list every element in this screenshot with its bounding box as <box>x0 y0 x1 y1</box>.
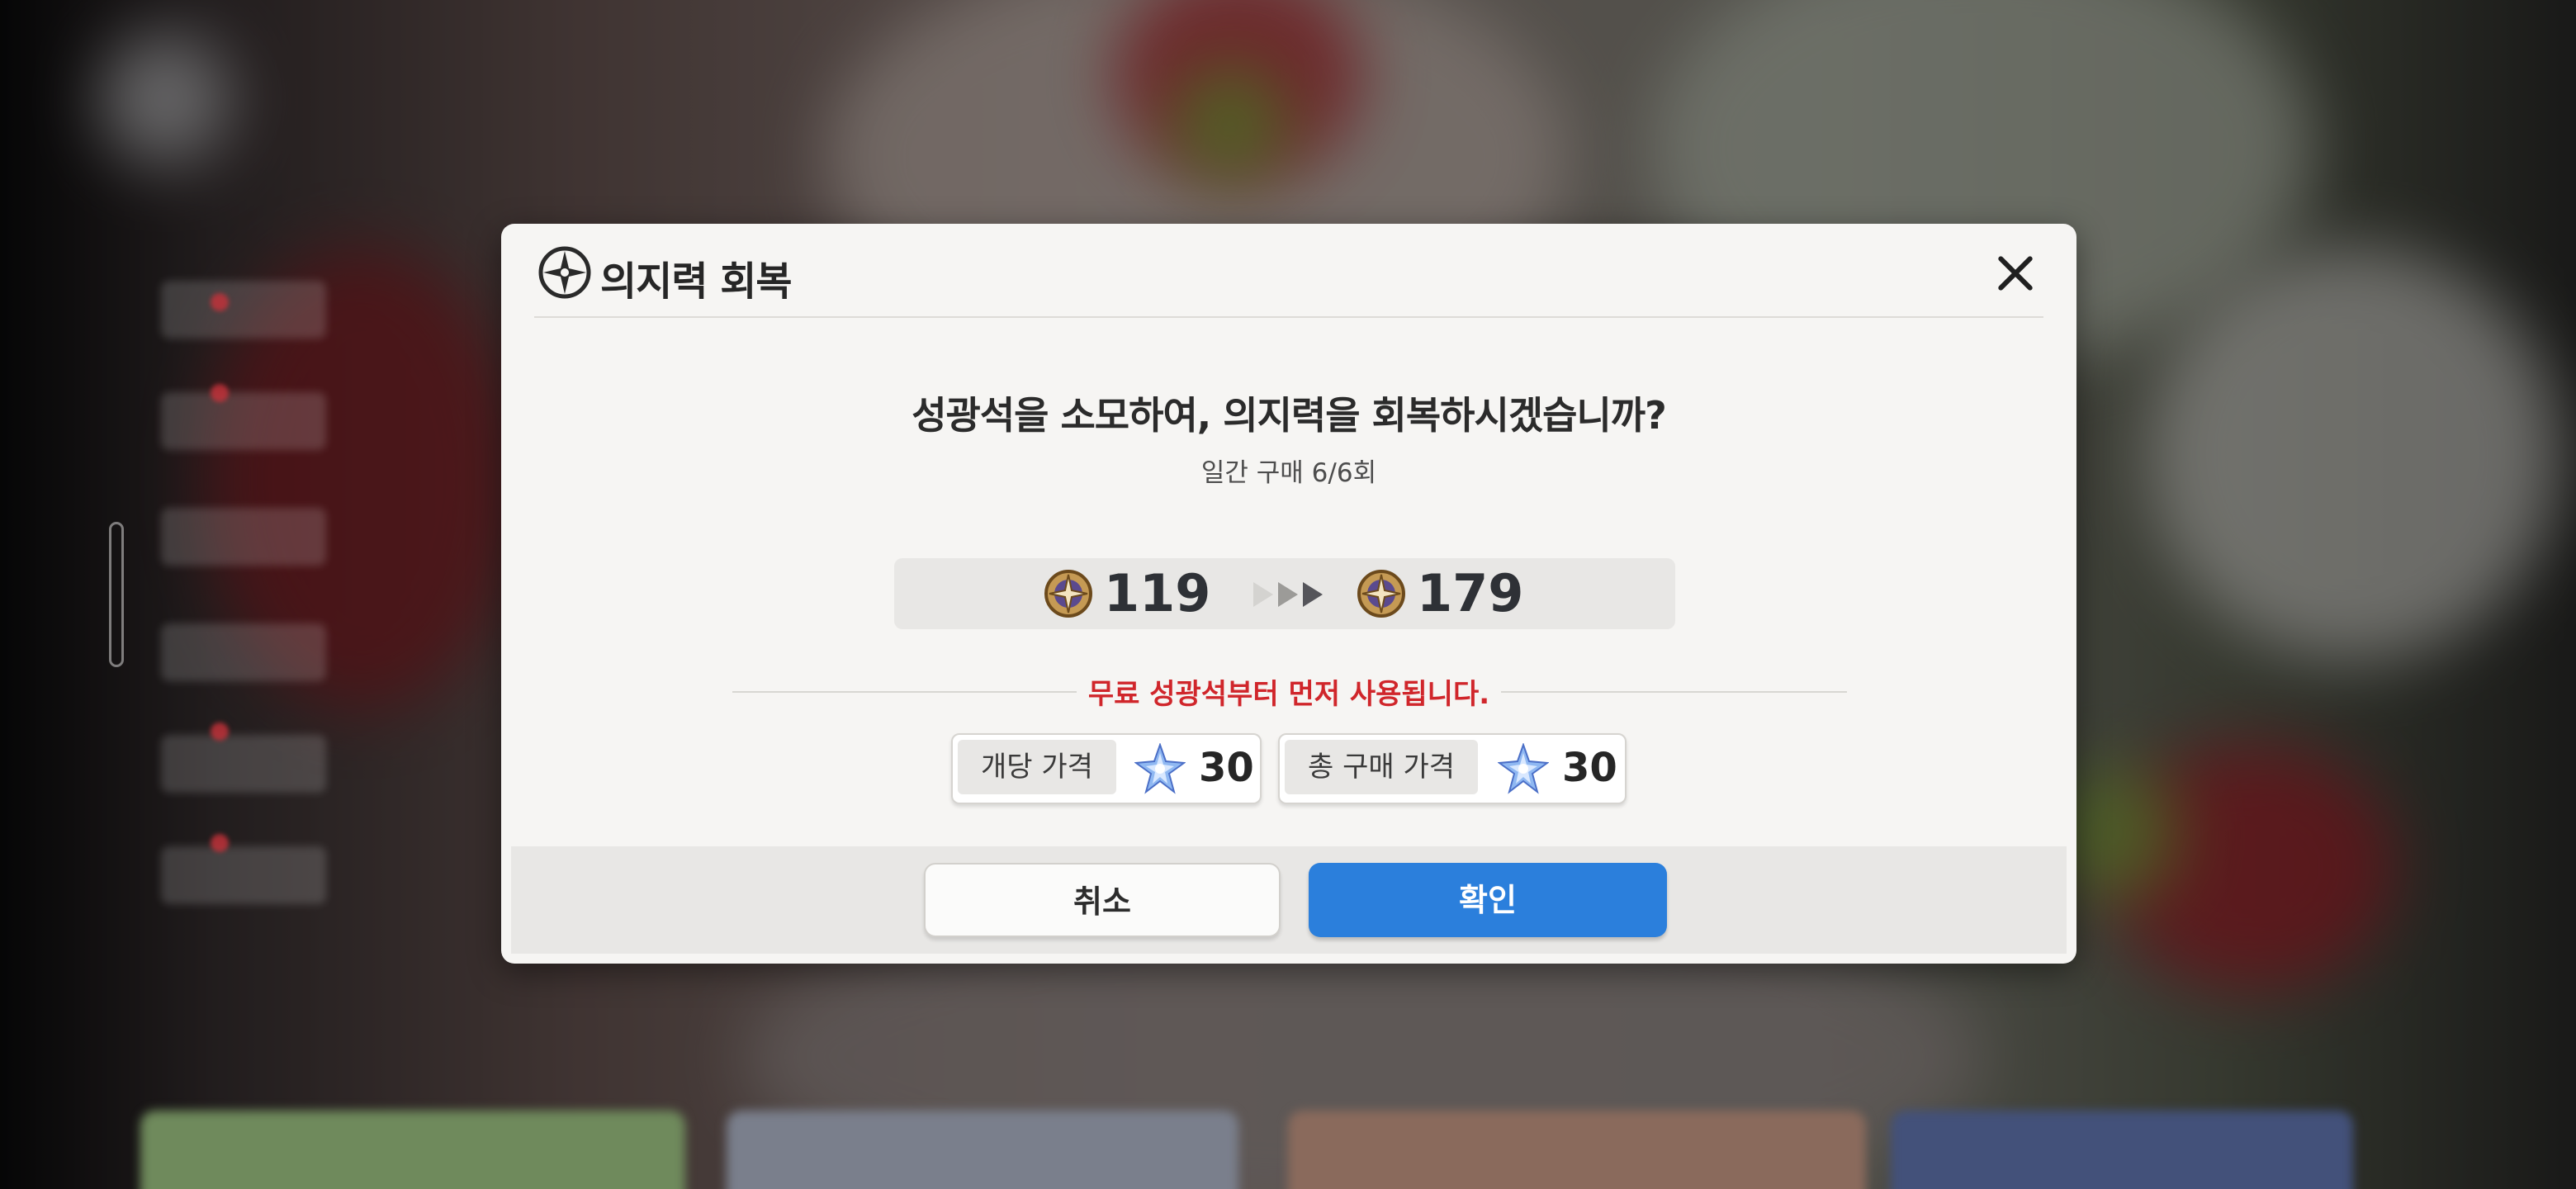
crystal-star-icon <box>1498 743 1549 794</box>
header-divider <box>534 316 2043 318</box>
unit-price-label: 개당 가격 <box>958 740 1116 794</box>
crystal-star-icon <box>1134 743 1186 794</box>
cancel-button[interactable]: 취소 <box>924 863 1281 937</box>
daily-purchase-count: 일간 구매 6/6회 <box>1200 458 1377 488</box>
free-crystal-notice: 무료 성광석부터 먼저 사용됩니다. <box>501 671 2076 712</box>
confirm-button[interactable]: 확인 <box>1309 863 1667 937</box>
total-price-value: 30 <box>1562 745 1617 791</box>
total-price-label: 총 구매 가격 <box>1285 740 1479 794</box>
willpower-current-value: 119 <box>1104 563 1211 623</box>
willpower-compass-icon <box>1044 570 1092 618</box>
willpower-after-value: 179 <box>1417 563 1524 623</box>
unit-price-value: 30 <box>1199 745 1254 791</box>
compass-star-icon <box>538 246 591 299</box>
total-price-box: 총 구매 가격 30 <box>1278 733 1627 804</box>
confirm-question: 성광석을 소모하여, 의지력을 회복하시겠습니까? <box>912 393 1667 438</box>
side-scroll-handle <box>109 522 124 667</box>
dialog-footer: 취소 확인 <box>511 846 2067 954</box>
notice-text: 무료 성광석부터 먼저 사용됩니다. <box>1076 671 1502 712</box>
dialog-header: 의지력 회복 <box>501 224 2076 316</box>
willpower-recovery-dialog: 의지력 회복 성광석을 소모하여, 의지력을 회복하시겠습니까? 일간 구매 6… <box>501 224 2076 964</box>
close-button[interactable] <box>1996 253 2035 293</box>
unit-price-box: 개당 가격 30 <box>951 733 1262 804</box>
dialog-title: 의지력 회복 <box>600 258 793 305</box>
willpower-exchange-bar: 119 179 <box>894 558 1675 629</box>
willpower-compass-icon <box>1357 570 1405 618</box>
triple-arrow-icon <box>1253 582 1323 607</box>
